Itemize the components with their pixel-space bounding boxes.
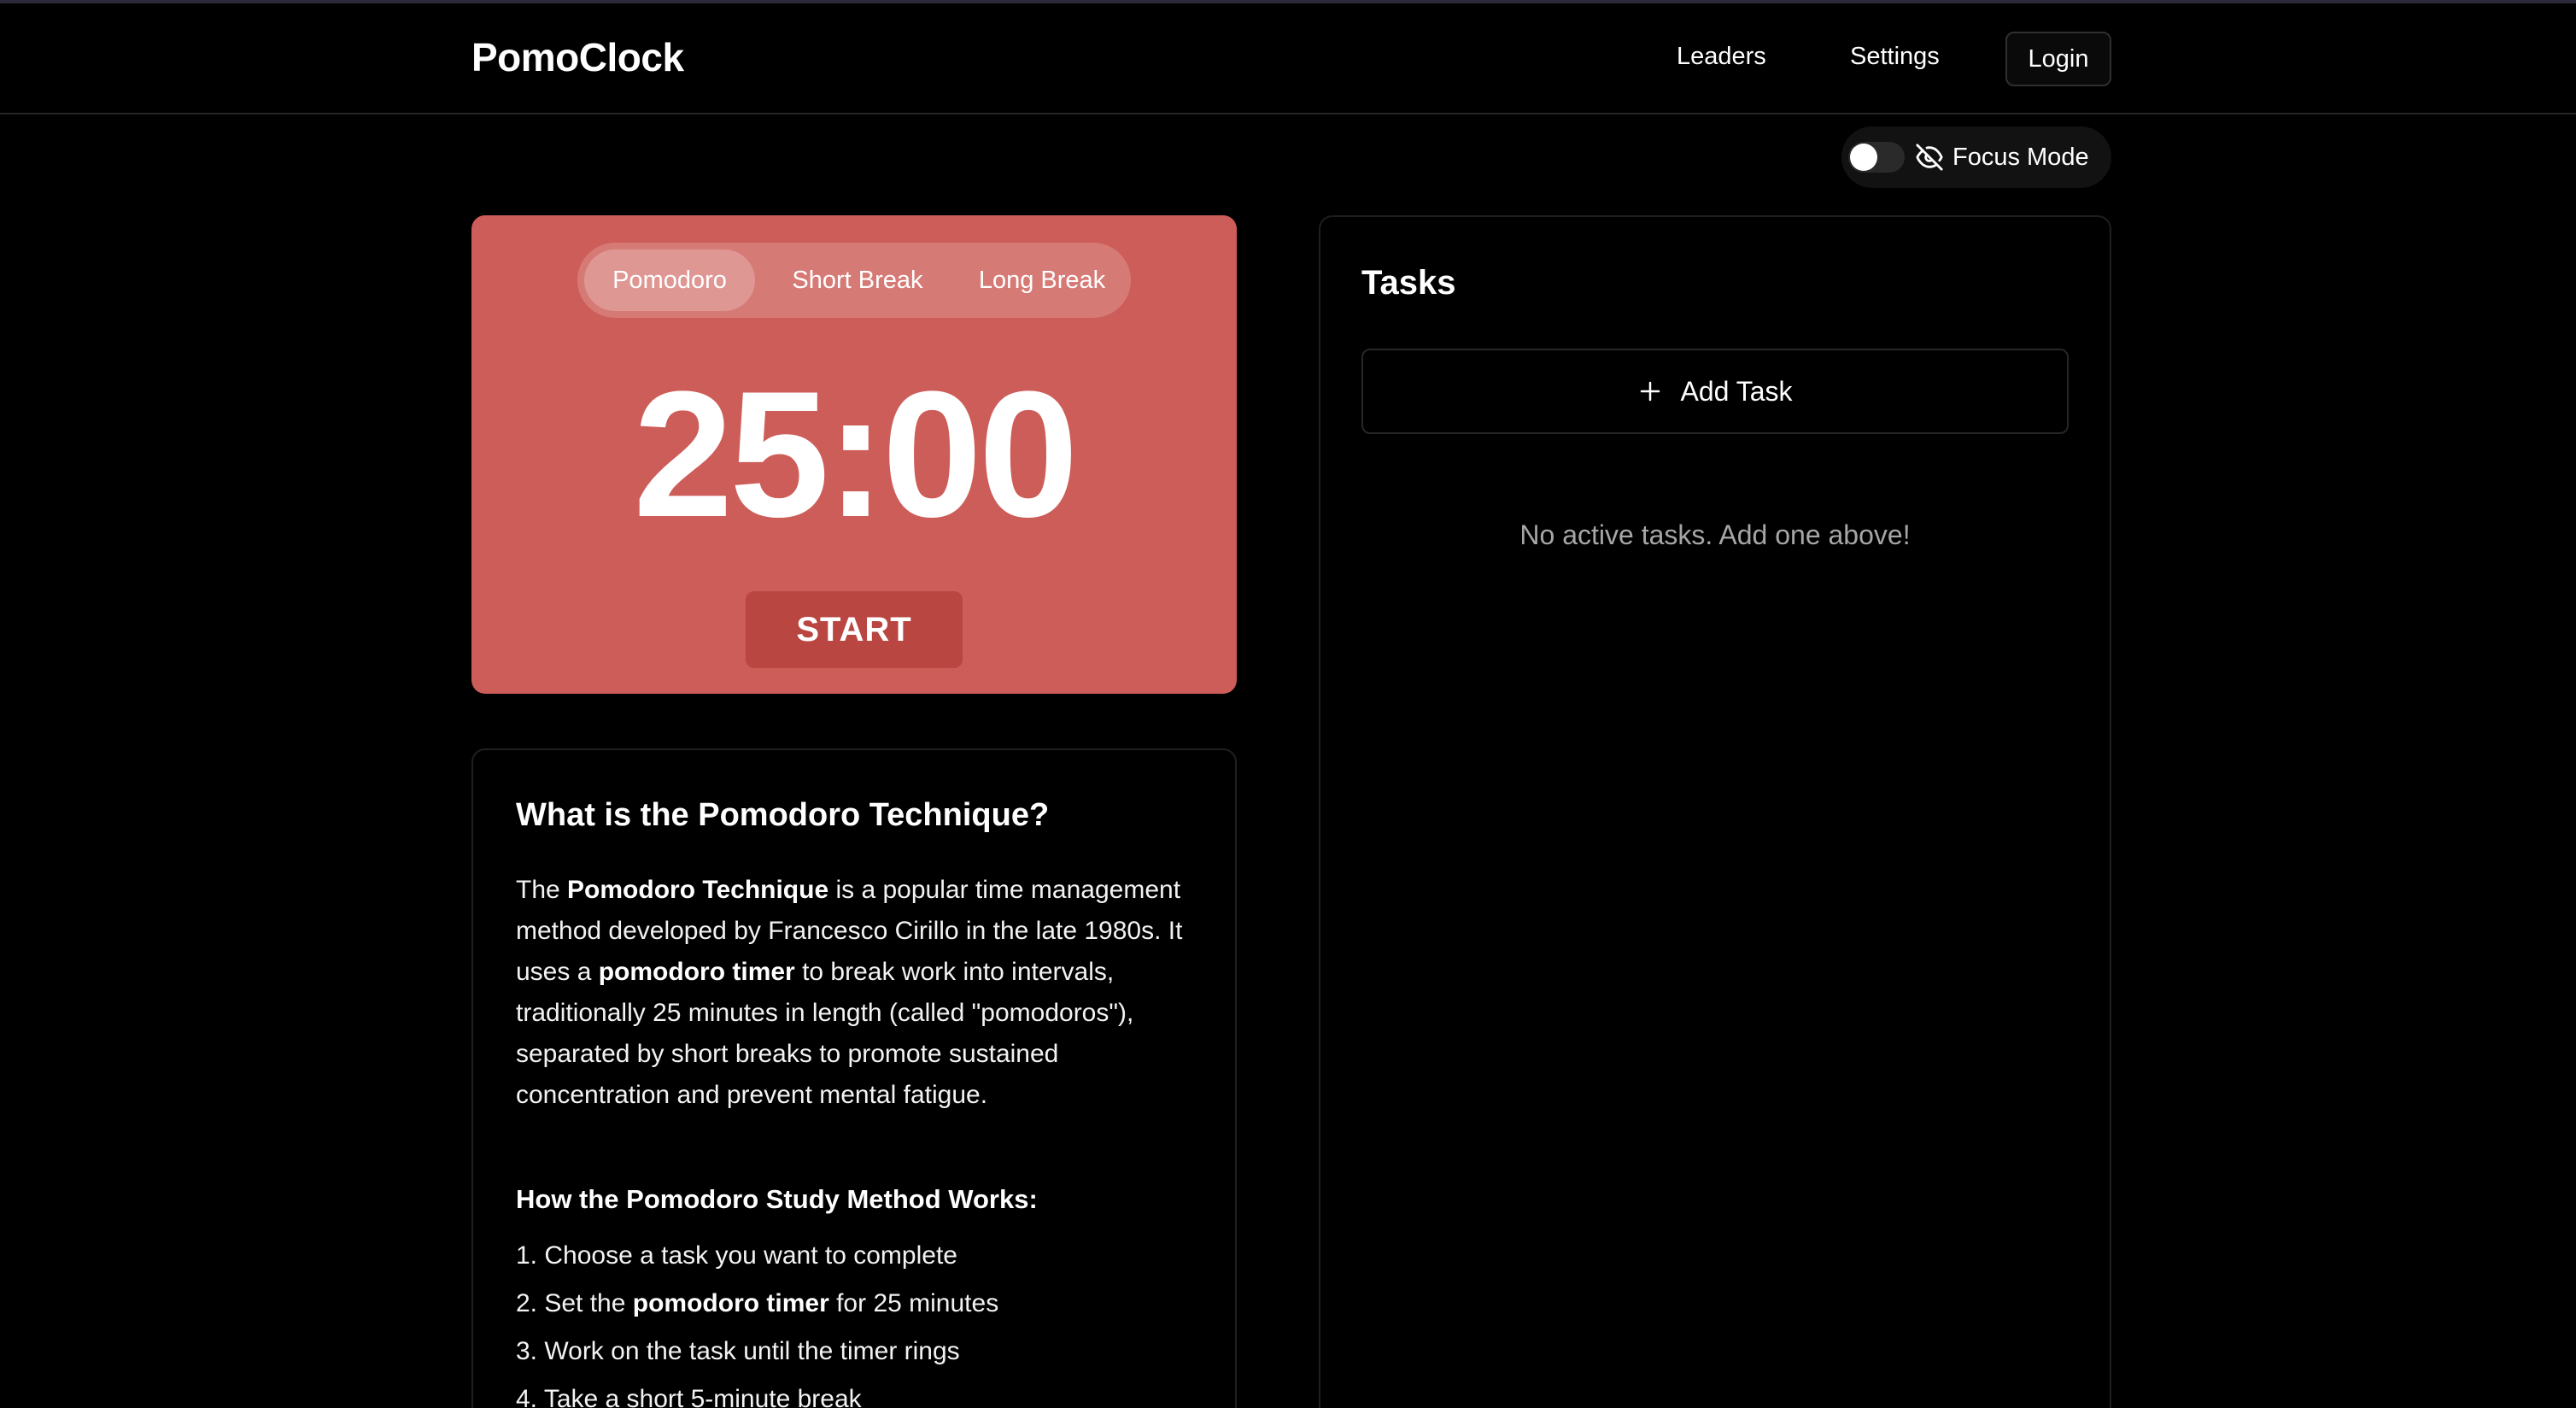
page: PomoClock Leaders Settings Login Focus M…	[0, 0, 2576, 1408]
app-logo[interactable]: PomoClock	[471, 34, 684, 80]
login-button[interactable]: Login	[2005, 32, 2111, 86]
info-bold-timer: pomodoro timer	[598, 958, 795, 986]
mode-tabs: Pomodoro Short Break Long Break	[577, 243, 1131, 318]
info-title: What is the Pomodoro Technique?	[516, 797, 1050, 833]
focus-mode-control[interactable]: Focus Mode	[1841, 126, 2111, 188]
tab-long-break[interactable]: Long Break	[953, 249, 1131, 311]
timer-card: Pomodoro Short Break Long Break 25:00 ST…	[471, 215, 1237, 694]
eye-off-icon	[1916, 144, 1943, 171]
tasks-title: Tasks	[1361, 264, 1456, 302]
timer-display: 25:00	[633, 354, 1078, 554]
focus-mode-label: Focus Mode	[1952, 144, 2089, 171]
step-2-post: for 25 minutes	[828, 1289, 999, 1317]
list-item: 3. Work on the task until the timer ring…	[516, 1337, 960, 1365]
toggle-knob	[1850, 144, 1877, 171]
start-button[interactable]: START	[746, 591, 963, 668]
add-task-label: Add Task	[1680, 375, 1793, 407]
nav-leaders-link[interactable]: Leaders	[1677, 43, 1766, 71]
steps-list: 1. Choose a task you want to complete 2.…	[516, 1237, 1208, 1408]
focus-mode-toggle[interactable]	[1848, 142, 1905, 173]
plus-icon	[1641, 381, 1660, 402]
step-2-bold: pomodoro timer	[632, 1289, 829, 1317]
tasks-panel: Tasks Add Task No active tasks. Add one …	[1319, 215, 2111, 1408]
nav-settings-link[interactable]: Settings	[1850, 43, 1940, 71]
list-item: 2. Set the pomodoro timer for 25 minutes	[516, 1285, 1208, 1333]
header: PomoClock Leaders Settings Login	[0, 3, 2576, 114]
empty-tasks-message: No active tasks. Add one above!	[1519, 519, 1911, 550]
info-bold-technique: Pomodoro Technique	[567, 876, 829, 904]
info-text-1: The	[516, 876, 568, 904]
tab-short-break[interactable]: Short Break	[769, 249, 946, 311]
add-task-button[interactable]: Add Task	[1361, 349, 2069, 434]
tab-pomodoro[interactable]: Pomodoro	[584, 249, 755, 311]
list-item: 4. Take a short 5-minute break	[516, 1385, 862, 1408]
step-2-pre: 2. Set the	[516, 1289, 633, 1317]
list-item: 1. Choose a task you want to complete	[516, 1241, 957, 1270]
info-subtitle: How the Pomodoro Study Method Works:	[516, 1184, 1038, 1214]
info-card: What is the Pomodoro Technique? The Pomo…	[471, 748, 1237, 1408]
info-paragraph: The Pomodoro Technique is a popular time…	[516, 870, 1208, 1116]
